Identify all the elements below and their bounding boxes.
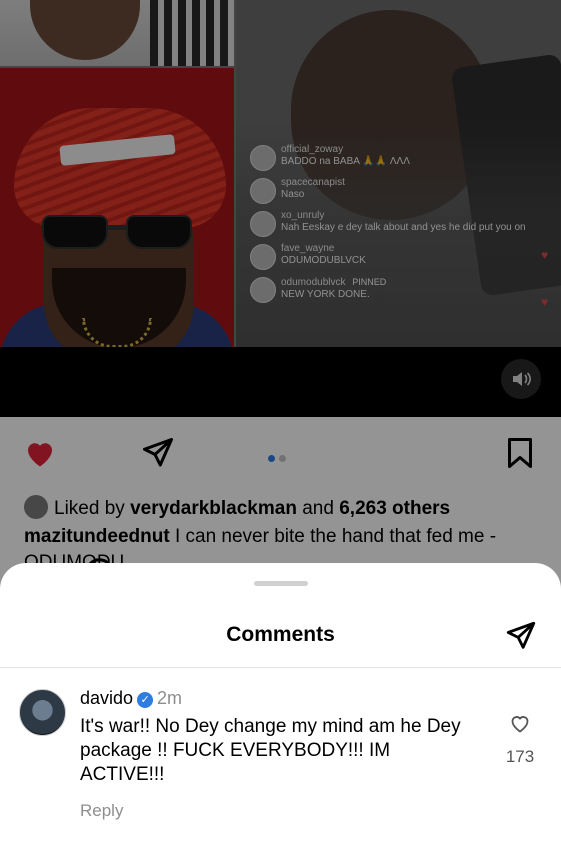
live-comment-text: BADDO na BABA 🙏🙏 ΛΛΛ: [281, 156, 410, 167]
floating-heart-icon: ♥: [541, 248, 549, 262]
post-media[interactable]: official_zoway BADDO na BABA 🙏🙏 ΛΛΛ spac…: [0, 0, 561, 417]
share-icon[interactable]: [504, 619, 538, 653]
comment-username[interactable]: davido: [80, 688, 133, 708]
collage-tile-top-left: [0, 0, 234, 66]
live-comment: official_zoway BADDO na BABA 🙏🙏 ΛΛΛ: [250, 144, 550, 171]
avatar: [250, 145, 276, 171]
reply-button[interactable]: Reply: [80, 801, 123, 821]
avatar: [250, 277, 276, 303]
caption-username[interactable]: mazitundeednut: [24, 526, 170, 547]
post-actions: [0, 435, 561, 587]
carousel-dot: [279, 455, 286, 462]
live-comment-user: xo_unruly: [281, 210, 325, 221]
heart-outline-icon[interactable]: [508, 711, 532, 735]
comments-sheet: Comments davido ✓ 2m It's war!! No Dey cha…: [0, 563, 561, 841]
avatar[interactable]: [19, 689, 66, 736]
bookmark-icon[interactable]: [502, 435, 538, 471]
media-collage: official_zoway BADDO na BABA 🙏🙏 ΛΛΛ spac…: [0, 0, 561, 347]
live-comment-user: official_zoway: [281, 144, 344, 155]
divider: [0, 667, 561, 668]
avatar: [250, 211, 276, 237]
live-comment: fave_wayne ODUMODUBLVCK: [250, 243, 550, 270]
pinned-badge: PINNED: [352, 277, 387, 287]
live-comment-text: ODUMODUBLVCK: [281, 255, 366, 266]
comment-timestamp: 2m: [157, 688, 183, 708]
liked-by-user[interactable]: verydarkblackman: [130, 498, 297, 519]
avatar: [24, 495, 48, 519]
verified-badge-icon: ✓: [137, 692, 154, 708]
live-comment: xo_unruly Nah Eeskay e dey talk about an…: [250, 210, 550, 237]
share-icon[interactable]: [140, 435, 176, 471]
comment-item: davido ✓ 2m It's war!! No Dey change my mi…: [0, 683, 561, 833]
comment-text: It's war!! No Dey change my mind am he D…: [80, 716, 461, 785]
comment-header: davido ✓ 2m: [80, 688, 182, 709]
live-comment-text: Naso: [281, 189, 305, 200]
floating-heart-icon: ♥: [541, 295, 549, 309]
liked-by-others[interactable]: 6,263 others: [339, 498, 450, 519]
collage-tile-portrait: [0, 68, 234, 347]
carousel-dot-active: [268, 455, 275, 462]
live-comment-text: Nah Eeskay e dey talk about and yes he d…: [281, 222, 526, 233]
avatar: [250, 244, 276, 270]
speaker-icon[interactable]: [501, 359, 541, 399]
heart-filled-icon[interactable]: [22, 435, 58, 471]
live-comment-user: fave_wayne: [281, 243, 335, 254]
live-comments-list: official_zoway BADDO na BABA 🙏🙏 ΛΛΛ spac…: [250, 144, 550, 310]
comment-like-count: 173: [505, 747, 535, 766]
sheet-title: Comments: [226, 623, 335, 646]
liked-by-line[interactable]: Liked by verydarkblackman and 6,263 othe…: [24, 495, 450, 520]
avatar: [250, 178, 276, 204]
carousel-indicator: [268, 449, 290, 467]
live-comment-user: spacecanapist: [281, 177, 345, 188]
live-comment: spacecanapist Naso: [250, 177, 550, 204]
collage-tile-live-stream: official_zoway BADDO na BABA 🙏🙏 ΛΛΛ spac…: [236, 0, 561, 347]
live-comment-pinned: odumodublvck PINNED NEW YORK DONE.: [250, 276, 550, 303]
live-comment-text: NEW YORK DONE.: [281, 289, 370, 300]
live-comment-user: odumodublvck: [281, 277, 346, 288]
sheet-grabber[interactable]: [254, 581, 308, 586]
